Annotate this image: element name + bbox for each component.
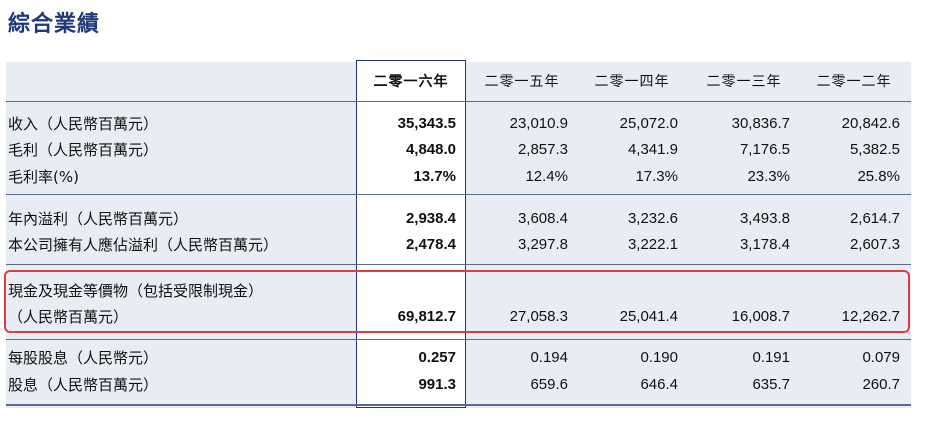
row-label-dividend: 股息（人民幣百萬元） bbox=[8, 376, 159, 394]
separator-group-2 bbox=[6, 264, 911, 265]
cell-gross-margin-2016: 13.7% bbox=[413, 168, 456, 185]
row-label-profit-for-year: 年內溢利（人民幣百萬元） bbox=[8, 210, 189, 228]
cell-profit-for-year-2013: 3,493.8 bbox=[739, 210, 790, 227]
cell-profit-attributable-2014: 3,222.1 bbox=[627, 236, 678, 253]
cell-dividend-per-share-2012: 0.079 bbox=[862, 349, 900, 366]
cell-profit-attributable-2012: 2,607.3 bbox=[849, 236, 900, 253]
col-header-2012: 二零一二年 bbox=[816, 74, 892, 90]
cell-gross-margin-2013: 23.3% bbox=[747, 168, 790, 185]
cell-dividend-2012: 260.7 bbox=[862, 376, 900, 393]
cell-gross-margin-2014: 17.3% bbox=[635, 168, 678, 185]
cell-revenue-2014: 25,072.0 bbox=[619, 115, 678, 132]
cell-dividend-per-share-2016: 0.257 bbox=[418, 349, 456, 366]
cell-dividend-per-share-2014: 0.190 bbox=[640, 349, 678, 366]
row-label-revenue: 收入（人民幣百萬元） bbox=[8, 115, 159, 133]
cell-gross-profit-2014: 4,341.9 bbox=[627, 141, 678, 158]
cell-profit-for-year-2016: 2,938.4 bbox=[405, 210, 456, 227]
cell-gross-profit-2015: 2,857.3 bbox=[517, 141, 568, 158]
cell-dividend-2014: 646.4 bbox=[640, 376, 678, 393]
separator-group-1 bbox=[6, 194, 911, 195]
row-label-gross-margin: 毛利率(%) bbox=[8, 168, 79, 186]
highlight-box-cash bbox=[4, 270, 910, 333]
row-label-gross-profit: 毛利（人民幣百萬元） bbox=[8, 141, 159, 159]
cell-dividend-per-share-2013: 0.191 bbox=[752, 349, 790, 366]
cell-gross-profit-2016: 4,848.0 bbox=[405, 141, 456, 158]
cell-gross-margin-2015: 12.4% bbox=[525, 168, 568, 185]
separator-group-3 bbox=[6, 339, 911, 340]
cell-revenue-2016: 35,343.5 bbox=[397, 115, 456, 132]
cell-gross-margin-2012: 25.8% bbox=[857, 168, 900, 185]
separator-header bbox=[6, 101, 911, 102]
cell-profit-attributable-2016: 2,478.4 bbox=[405, 236, 456, 253]
cell-dividend-per-share-2015: 0.194 bbox=[530, 349, 568, 366]
cell-profit-for-year-2012: 2,614.7 bbox=[849, 210, 900, 227]
cell-revenue-2012: 20,842.6 bbox=[841, 115, 900, 132]
cell-profit-attributable-2015: 3,297.8 bbox=[517, 236, 568, 253]
page-title: 綜合業績 bbox=[8, 12, 101, 37]
cell-dividend-2016: 991.3 bbox=[418, 376, 456, 393]
cell-profit-attributable-2013: 3,178.4 bbox=[739, 236, 790, 253]
cell-gross-profit-2013: 7,176.5 bbox=[739, 141, 790, 158]
col-header-2013: 二零一三年 bbox=[706, 74, 782, 90]
cell-dividend-2013: 635.7 bbox=[752, 376, 790, 393]
col-header-2014: 二零一四年 bbox=[594, 74, 670, 90]
row-label-profit-attributable: 本公司擁有人應佔溢利（人民幣百萬元） bbox=[8, 236, 279, 254]
separator-bottom bbox=[6, 404, 911, 406]
cell-dividend-2015: 659.6 bbox=[530, 376, 568, 393]
cell-revenue-2013: 30,836.7 bbox=[731, 115, 790, 132]
cell-profit-for-year-2014: 3,232.6 bbox=[627, 210, 678, 227]
col-header-2016: 二零一六年 bbox=[373, 74, 449, 90]
row-label-dividend-per-share: 每股股息（人民幣元） bbox=[8, 349, 159, 367]
cell-revenue-2015: 23,010.9 bbox=[509, 115, 568, 132]
col-header-2015: 二零一五年 bbox=[484, 74, 560, 90]
cell-gross-profit-2012: 5,382.5 bbox=[849, 141, 900, 158]
cell-profit-for-year-2015: 3,608.4 bbox=[517, 210, 568, 227]
